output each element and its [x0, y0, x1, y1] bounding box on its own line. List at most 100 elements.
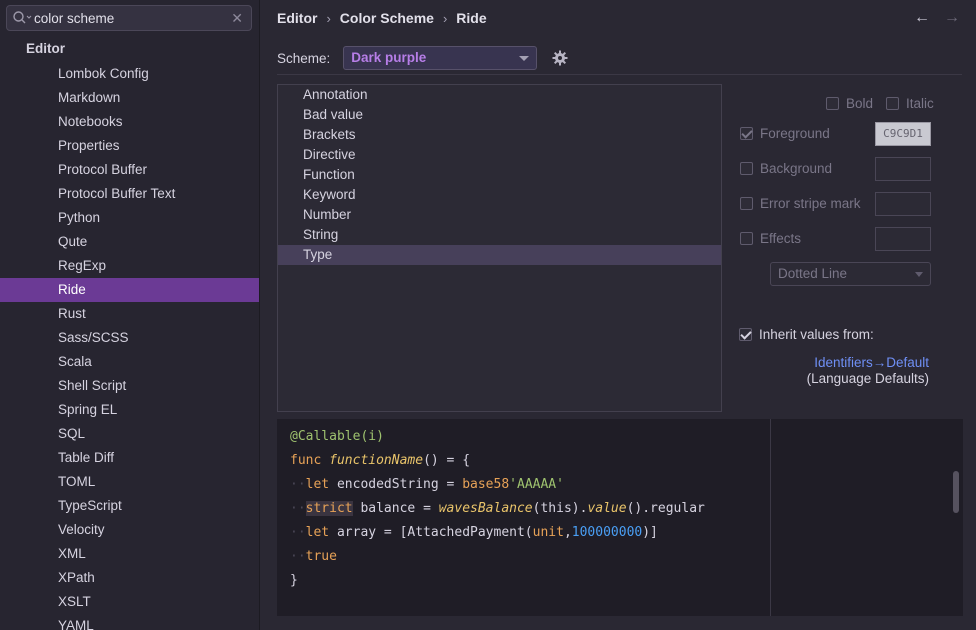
chevron-down-icon: [519, 56, 530, 61]
attribute-item-string[interactable]: String: [278, 225, 721, 245]
forward-arrow-icon[interactable]: →: [944, 9, 960, 27]
sidebar-item-shell-script[interactable]: Shell Script: [0, 374, 259, 398]
function-token: functionName: [329, 453, 424, 468]
settings-tree: Lombok Config Markdown Notebooks Properties…: [0, 62, 259, 630]
effects-color-swatch[interactable]: [875, 227, 931, 251]
annotation-token: @Callable(i): [290, 429, 384, 444]
sidebar-item-rust[interactable]: Rust: [0, 302, 259, 326]
background-color-swatch[interactable]: [875, 157, 931, 181]
search-input[interactable]: [34, 8, 224, 28]
chevron-down-icon: [915, 272, 923, 277]
attribute-item-bad-value[interactable]: Bad value: [278, 105, 721, 125]
sidebar-item-protocol-buffer[interactable]: Protocol Buffer: [0, 158, 259, 182]
main-panel: Editor › Color Scheme › Ride ← → Scheme:…: [261, 0, 976, 630]
effects-option[interactable]: Effects: [740, 230, 801, 246]
text-token: encodedString =: [329, 477, 463, 492]
keyword-token: func: [290, 453, 322, 468]
attributes-list: Annotation Bad value Brackets Directive Func…: [277, 84, 722, 412]
text-token: ().regular: [626, 501, 705, 516]
sidebar-item-protocol-buffer-text[interactable]: Protocol Buffer Text: [0, 182, 259, 206]
sidebar-item-notebooks[interactable]: Notebooks: [0, 110, 259, 134]
foreground-checkbox[interactable]: [740, 126, 753, 140]
scheme-dropdown[interactable]: Dark purple: [343, 46, 538, 70]
preview-scrollbar[interactable]: [953, 471, 959, 513]
background-option[interactable]: Background: [740, 160, 832, 176]
sidebar-item-sass-scss[interactable]: Sass/SCSS: [0, 326, 259, 350]
inherit-option[interactable]: Inherit values from:: [739, 326, 874, 342]
inherit-link[interactable]: Identifiers→Default: [814, 355, 929, 370]
nav-arrows: ← →: [914, 9, 960, 27]
text-token: array = [AttachedPayment(: [329, 525, 533, 540]
attribute-item-function[interactable]: Function: [278, 165, 721, 185]
code-line: ··let encodedString = base58'AAAAA': [290, 475, 705, 499]
sidebar-item-xslt[interactable]: XSLT: [0, 590, 259, 614]
sidebar-item-yaml[interactable]: YAML: [0, 614, 259, 630]
attribute-item-directive[interactable]: Directive: [278, 145, 721, 165]
sidebar-item-spring-el[interactable]: Spring EL: [0, 398, 259, 422]
number-token: 100000000: [571, 525, 643, 540]
text-token: }: [290, 573, 298, 588]
error-stripe-checkbox[interactable]: [740, 196, 753, 210]
gear-icon[interactable]: [552, 50, 568, 66]
error-stripe-option[interactable]: Error stripe mark: [740, 195, 861, 211]
search-box[interactable]: ✕: [6, 5, 252, 31]
text-token: () = {: [423, 453, 471, 468]
bold-option[interactable]: Bold: [826, 95, 873, 111]
sidebar-item-sql[interactable]: SQL: [0, 422, 259, 446]
text-token: (this).: [532, 501, 588, 516]
whitespace-marker: ··: [290, 525, 306, 540]
clear-search-icon[interactable]: ✕: [231, 10, 243, 27]
whitespace-marker: ··: [290, 477, 306, 492]
string-token: 'AAAAA': [509, 477, 564, 492]
breadcrumb-separator: ›: [442, 10, 448, 26]
function-token: wavesBalance: [438, 501, 533, 516]
divider: [277, 74, 962, 75]
inherit-label: Inherit values from:: [759, 326, 874, 342]
attribute-item-number[interactable]: Number: [278, 205, 721, 225]
bold-checkbox[interactable]: [826, 96, 839, 110]
inherit-checkbox[interactable]: [739, 327, 752, 341]
breadcrumb-ride: Ride: [456, 10, 487, 26]
attribute-item-type[interactable]: Type: [278, 245, 721, 265]
effect-type-dropdown[interactable]: Dotted Line: [770, 262, 931, 286]
attribute-item-brackets[interactable]: Brackets: [278, 125, 721, 145]
error-stripe-color-swatch[interactable]: [875, 192, 931, 216]
sidebar-item-lombok-config[interactable]: Lombok Config: [0, 62, 259, 86]
right-margin-guide: [770, 419, 771, 616]
sidebar-item-ride[interactable]: Ride: [0, 278, 259, 302]
sidebar-item-regexp[interactable]: RegExp: [0, 254, 259, 278]
code-preview[interactable]: @Callable(i) func functionName() = { ··l…: [277, 419, 963, 616]
function-token: base58: [462, 477, 510, 492]
effects-checkbox[interactable]: [740, 231, 753, 245]
inherit-source-note: (Language Defaults): [806, 371, 929, 386]
breadcrumb-color-scheme[interactable]: Color Scheme: [340, 10, 434, 26]
foreground-color-swatch[interactable]: C9C9D1: [875, 122, 931, 146]
sidebar-item-scala[interactable]: Scala: [0, 350, 259, 374]
breadcrumb-editor[interactable]: Editor: [277, 10, 317, 26]
sidebar-item-xml[interactable]: XML: [0, 542, 259, 566]
sidebar-item-python[interactable]: Python: [0, 206, 259, 230]
text-token: )]: [642, 525, 658, 540]
attribute-item-annotation[interactable]: Annotation: [278, 85, 721, 105]
bold-label: Bold: [846, 95, 874, 111]
tree-root-editor[interactable]: Editor: [26, 41, 65, 56]
function-token: value: [587, 501, 627, 516]
sidebar-item-xpath[interactable]: XPath: [0, 566, 259, 590]
sidebar-item-velocity[interactable]: Velocity: [0, 518, 259, 542]
sidebar-item-table-diff[interactable]: Table Diff: [0, 446, 259, 470]
italic-option[interactable]: Italic: [886, 95, 934, 111]
sidebar-item-toml[interactable]: TOML: [0, 470, 259, 494]
sidebar-item-markdown[interactable]: Markdown: [0, 86, 259, 110]
code-line: }: [290, 571, 705, 595]
back-arrow-icon[interactable]: ←: [914, 9, 930, 27]
sidebar-item-qute[interactable]: Qute: [0, 230, 259, 254]
italic-checkbox[interactable]: [886, 96, 899, 110]
keyword-token: let: [305, 525, 330, 540]
keyword-token: strict: [305, 501, 353, 516]
background-checkbox[interactable]: [740, 161, 753, 175]
sidebar-item-properties[interactable]: Properties: [0, 134, 259, 158]
foreground-option[interactable]: Foreground: [740, 125, 830, 141]
attribute-item-keyword[interactable]: Keyword: [278, 185, 721, 205]
sidebar-item-typescript[interactable]: TypeScript: [0, 494, 259, 518]
italic-label: Italic: [906, 95, 934, 111]
